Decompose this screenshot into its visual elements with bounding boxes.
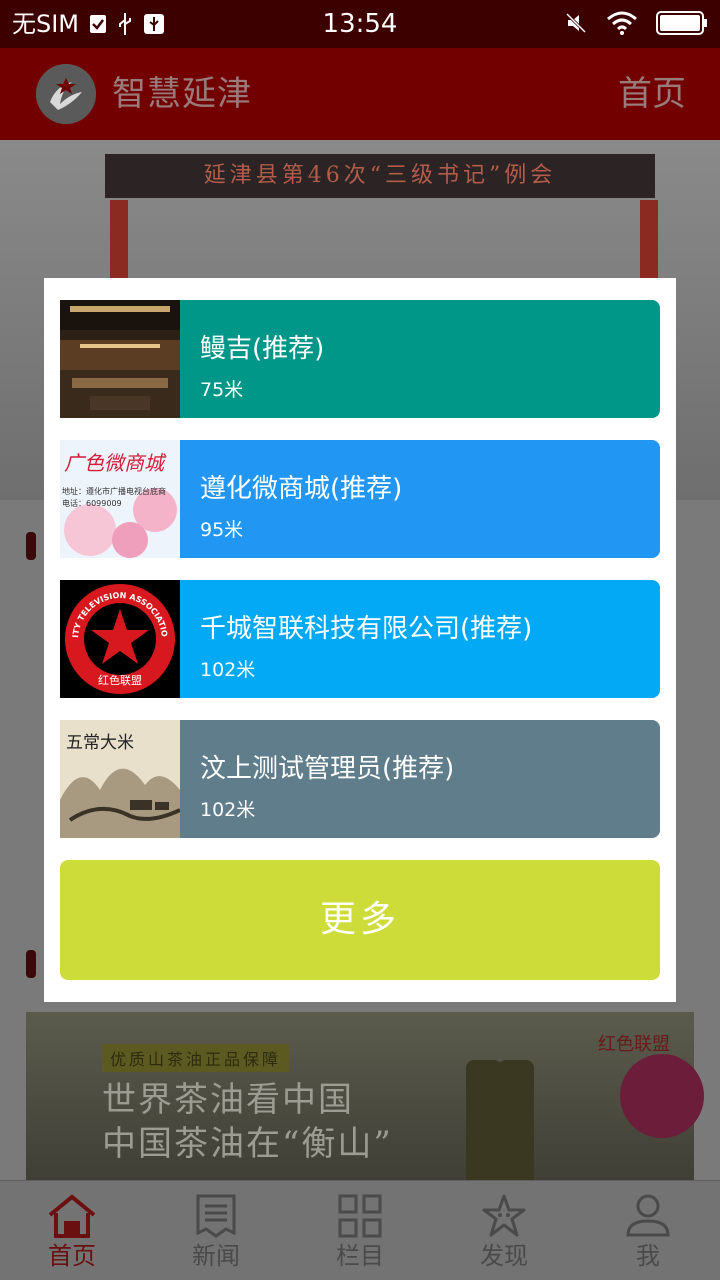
merchant-item[interactable]: 鳗吉(推荐) 75米 — [60, 300, 660, 418]
merchant-distance: 95米 — [200, 519, 244, 541]
merchant-thumbnail: 广色微商城 地址：遵化市广播电视台底商 电话：6099009 — [60, 440, 180, 558]
merchant-item[interactable]: 广色微商城 地址：遵化市广播电视台底商 电话：6099009 遵化微商城(推荐)… — [60, 440, 660, 558]
merchant-item[interactable]: 五常大米 汶上测试管理员(推荐) 102米 — [60, 720, 660, 838]
thumb-heading: 五常大米 — [66, 733, 134, 753]
merchant-name: 遵化微商城(推荐) — [200, 474, 403, 504]
merchant-distance: 102米 — [200, 799, 256, 821]
more-button[interactable]: 更多 — [60, 860, 660, 980]
modal-overlay[interactable]: 鳗吉(推荐) 75米 广色微商城 地址：遵化市广播电视台底商 电话：609900… — [0, 0, 720, 1280]
merchant-thumbnail — [60, 300, 180, 418]
merchant-name: 千城智联科技有限公司(推荐) — [200, 614, 533, 644]
merchant-thumbnail: 五常大米 — [60, 720, 180, 838]
merchant-name: 鳗吉(推荐) — [200, 334, 325, 364]
merchant-distance: 102米 — [200, 659, 256, 681]
merchant-item[interactable]: CITY TELEVISION ASSOCIATION 红色联盟 千城智联科技有… — [60, 580, 660, 698]
merchant-name: 汶上测试管理员(推荐) — [200, 754, 455, 784]
thumb-bottom-text: 红色联盟 — [98, 673, 142, 687]
merchant-thumbnail: CITY TELEVISION ASSOCIATION 红色联盟 — [60, 580, 180, 698]
thumb-phone: 电话：6099009 — [62, 498, 122, 508]
thumb-address: 地址：遵化市广播电视台底商 — [62, 486, 166, 496]
merchant-distance: 75米 — [200, 379, 244, 401]
thumb-heading: 广色微商城 — [64, 451, 167, 475]
nearby-merchants-dialog: 鳗吉(推荐) 75米 广色微商城 地址：遵化市广播电视台底商 电话：609900… — [44, 278, 676, 1002]
